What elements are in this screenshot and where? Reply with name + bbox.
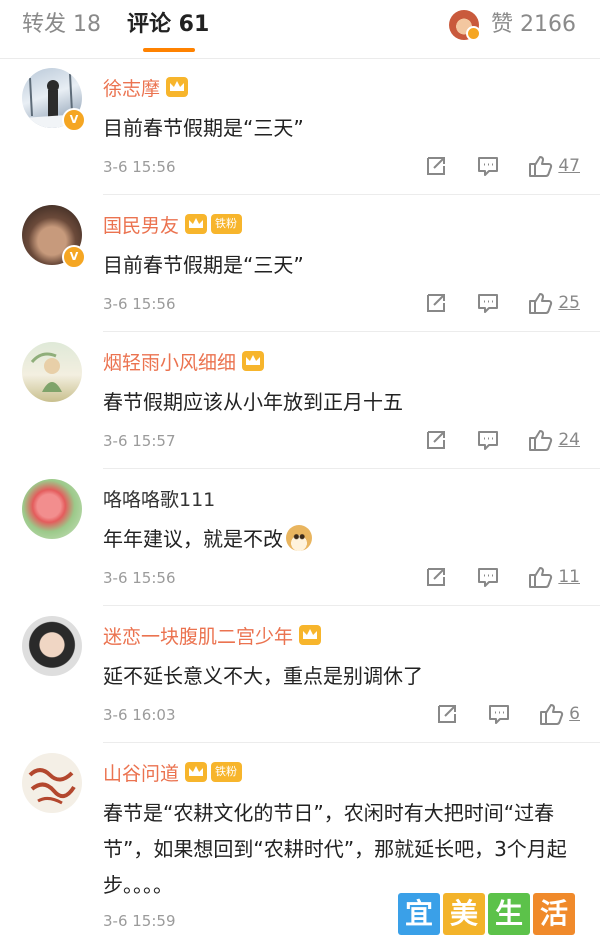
comment-tab-bar: 转发 18 评论 61 赞 2166: [0, 0, 600, 59]
thumbs-up-icon: [529, 156, 553, 177]
verified-badge-icon: V: [62, 108, 86, 132]
thumbs-up-icon: [540, 704, 564, 725]
doge-emoji-icon: [286, 525, 312, 551]
timestamp: 3-6 16:03: [103, 706, 176, 724]
comment-item: 烟轻雨小风细细 春节假期应该从小年放到正月十五 3-6 15:57 24: [0, 332, 600, 469]
comment-item: 迷恋一块腹肌二宫少年 延不延长意义不大，重点是别调休了 3-6 16:03 6: [0, 606, 600, 743]
comment-text: 目前春节假期是“三天”: [103, 116, 304, 140]
tab-comments[interactable]: 评论 61: [127, 8, 209, 42]
fan-badge: 铁粉: [211, 762, 243, 782]
crown-icon: [242, 351, 265, 371]
watermark-logo: 宜 美 生 活: [398, 893, 578, 935]
reply-button[interactable]: [476, 565, 500, 589]
avatar[interactable]: [22, 342, 82, 402]
avatar-image: [30, 352, 62, 392]
watermark-char: 生: [488, 893, 530, 935]
avatar-image: [28, 768, 76, 805]
comment-item: V 徐志摩 目前春节假期是“三天” 3-6 15:56 47: [0, 58, 600, 195]
repost-icon: [427, 568, 446, 586]
like-button[interactable]: 25: [528, 291, 580, 315]
tab-likes[interactable]: 赞 2166: [449, 8, 576, 42]
timestamp: 3-6 15:56: [103, 158, 176, 176]
username[interactable]: 迷恋一块腹肌二宫少年: [103, 622, 293, 649]
avatar[interactable]: [22, 616, 82, 676]
username[interactable]: 咯咯咯歌111: [103, 485, 215, 512]
timestamp: 3-6 15:56: [103, 569, 176, 587]
reply-button[interactable]: [476, 291, 500, 315]
like-button[interactable]: 47: [528, 154, 580, 178]
crown-icon: [166, 77, 189, 97]
active-tab-indicator: [143, 48, 195, 52]
comment-text: 年年建议，就是不改: [103, 521, 583, 557]
username[interactable]: 徐志摩: [103, 74, 160, 101]
thumbs-up-icon: [529, 430, 553, 451]
avatar[interactable]: [22, 753, 82, 813]
repost-button[interactable]: [424, 428, 448, 452]
like-count: 6: [569, 704, 580, 724]
watermark-char: 活: [533, 893, 575, 935]
comment-text: 春节是“农耕文化的节日”，农闲时有大把时间“过春节”，如果想回到“农耕时代”，那…: [103, 801, 567, 897]
username[interactable]: 烟轻雨小风细细: [103, 348, 236, 375]
fan-badge: 铁粉: [211, 214, 243, 234]
comment-icon: [478, 157, 499, 176]
like-button[interactable]: 6: [539, 702, 580, 726]
timestamp: 3-6 15:56: [103, 295, 176, 313]
verified-badge-icon: V: [62, 245, 86, 269]
reply-button[interactable]: [487, 702, 511, 726]
crown-icon: [185, 762, 208, 782]
like-button[interactable]: 11: [528, 565, 580, 589]
username[interactable]: 山谷问道: [103, 759, 179, 786]
repost-icon: [438, 705, 457, 723]
comment-text: 春节假期应该从小年放到正月十五: [103, 390, 403, 414]
repost-button[interactable]: [424, 565, 448, 589]
comment-icon: [489, 705, 510, 724]
comment-icon: [478, 294, 499, 313]
comment-text: 目前春节假期是“三天”: [103, 253, 304, 277]
like-count: 47: [558, 156, 580, 176]
username[interactable]: 国民男友: [103, 211, 179, 238]
comment-text-content: 年年建议，就是不改: [103, 527, 283, 551]
comment-text: 延不延长意义不大，重点是别调休了: [103, 664, 423, 688]
thumbs-up-icon: [529, 567, 553, 588]
repost-icon: [427, 157, 446, 175]
repost-button[interactable]: [424, 291, 448, 315]
watermark-char: 美: [443, 893, 485, 935]
repost-button[interactable]: [424, 154, 448, 178]
avatar[interactable]: [22, 479, 82, 539]
watermark-char: 宜: [398, 893, 440, 935]
crown-icon: [299, 625, 322, 645]
crown-icon: [185, 214, 208, 234]
comment-item: V 国民男友 铁粉 目前春节假期是“三天” 3-6 15:56 25: [0, 195, 600, 332]
comment-icon: [478, 568, 499, 587]
tab-likes-label: 赞 2166: [491, 12, 576, 37]
thumbs-up-icon: [529, 293, 553, 314]
comment-item: 咯咯咯歌111 年年建议，就是不改 3-6 15:56 11: [0, 469, 600, 606]
like-count: 24: [558, 430, 580, 450]
reply-button[interactable]: [476, 154, 500, 178]
timestamp: 3-6 15:59: [103, 912, 176, 930]
repost-icon: [427, 294, 446, 312]
repost-button[interactable]: [435, 702, 459, 726]
reply-button[interactable]: [476, 428, 500, 452]
repost-icon: [427, 431, 446, 449]
timestamp: 3-6 15:57: [103, 432, 176, 450]
like-count: 11: [558, 567, 580, 587]
like-button[interactable]: 24: [528, 428, 580, 452]
tab-repost[interactable]: 转发 18: [22, 8, 101, 42]
liker-avatar: [449, 10, 482, 41]
comment-icon: [478, 431, 499, 450]
like-count: 25: [558, 293, 580, 313]
